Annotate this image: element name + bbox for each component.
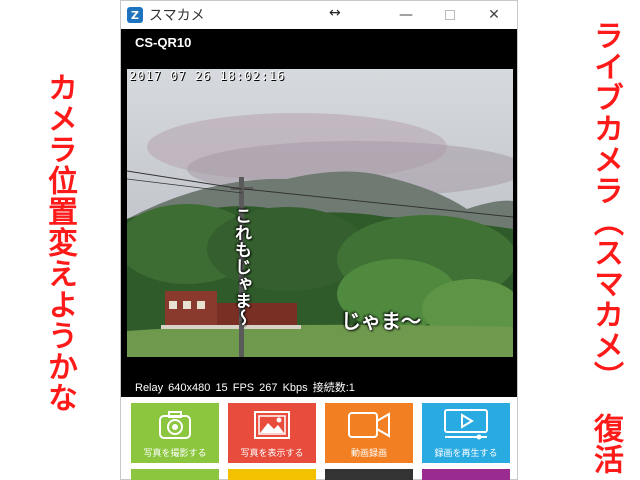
play-icon: [444, 409, 488, 440]
picture-icon: [254, 411, 290, 439]
close-button[interactable]: ✕: [471, 1, 517, 29]
annotation-vertical: これもじゃま～: [231, 207, 251, 326]
minimize-button[interactable]: —: [383, 1, 429, 29]
app-window: Z スマカメ ↔ — ✕ CS-QR10 2017 07 26 18:02:16…: [120, 0, 518, 480]
minimize-icon: —: [399, 7, 413, 23]
maximize-icon: [445, 10, 455, 20]
play-recording-label: 録画を再生する: [434, 449, 498, 459]
row2-button-3[interactable]: [325, 469, 413, 480]
camera-name: CS-QR10: [135, 35, 192, 50]
title-bar[interactable]: Z スマカメ ↔ — ✕: [121, 1, 517, 29]
row2-button-4[interactable]: [422, 469, 510, 480]
take-photo-label: 写真を撮影する: [143, 449, 207, 459]
video-camera-icon: [348, 412, 390, 438]
row2-button-1[interactable]: [131, 469, 219, 480]
take-photo-button[interactable]: 写真を撮影する: [131, 403, 219, 463]
row2-button-2[interactable]: [228, 469, 316, 480]
timestamp: 2017 07 26 18:02:16: [129, 69, 286, 83]
show-photos-label: 写真を表示する: [240, 449, 304, 459]
app-icon: Z: [127, 7, 143, 23]
camera-icon: [159, 411, 191, 439]
record-video-button[interactable]: 動画録画: [325, 403, 413, 463]
annotation-horizontal: じゃま～: [341, 309, 421, 333]
show-photos-button[interactable]: 写真を表示する: [228, 403, 316, 463]
window-title: スマカメ: [149, 8, 205, 24]
record-video-label: 動画録画: [350, 449, 387, 459]
right-caption-line1: ライブカメラ（スマカメ）: [588, 20, 623, 392]
left-caption: カメラ位置変えようかな: [42, 72, 77, 413]
landscape-image: [127, 69, 513, 357]
video-feed[interactable]: [127, 69, 513, 357]
stream-status: Relay 640x480 15 FPS 267 Kbps 接続数:1: [135, 382, 355, 394]
camera-viewer: CS-QR10 2017 07 26 18:02:16 これもじゃま～ じゃま～…: [121, 29, 517, 397]
right-caption-line2: 復活: [588, 413, 623, 476]
play-recording-button[interactable]: 録画を再生する: [422, 403, 510, 463]
close-icon: ✕: [488, 7, 500, 23]
resize-icon[interactable]: ↔: [329, 5, 341, 21]
maximize-button[interactable]: [427, 1, 473, 29]
right-caption: ライブカメラ（スマカメ） 復活: [588, 20, 623, 476]
